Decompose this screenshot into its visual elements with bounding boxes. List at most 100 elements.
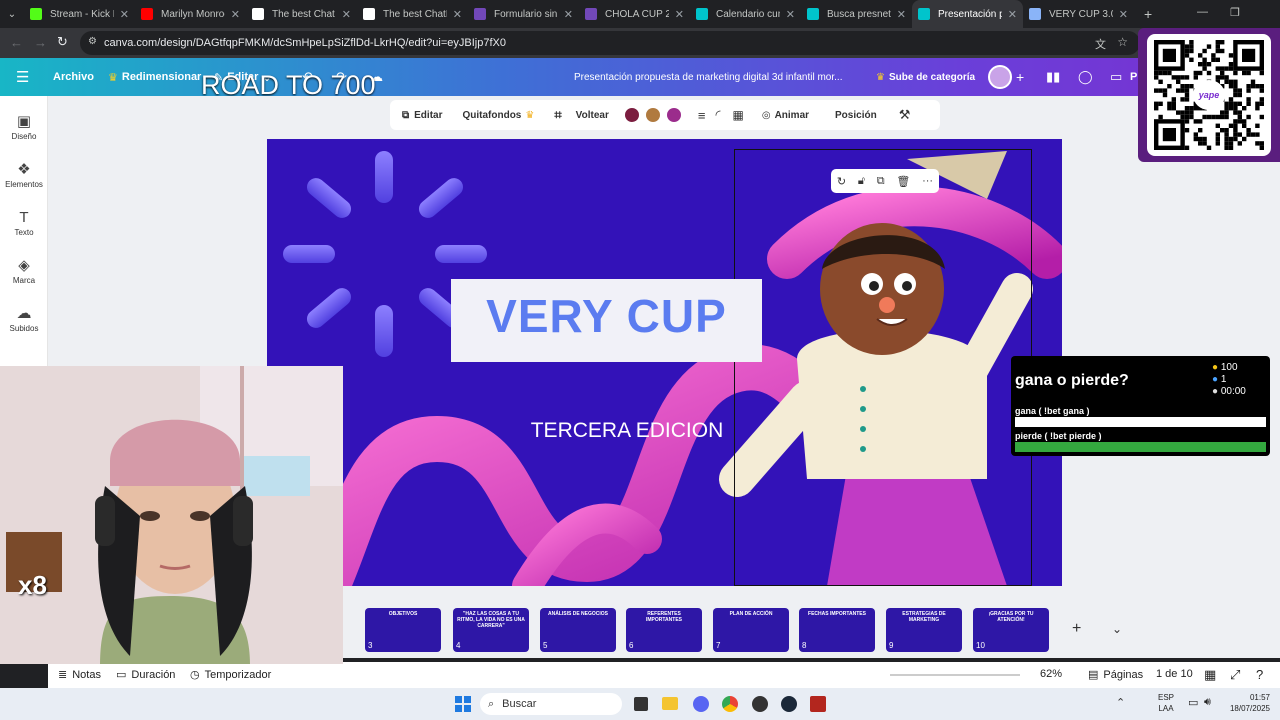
duplicate-icon[interactable]: ⧉ [877, 175, 885, 188]
comment-icon[interactable]: ◯ [1078, 58, 1093, 96]
sidebar-item-4[interactable]: ◈ Marca [0, 250, 48, 296]
close-tab-icon[interactable]: ✕ [675, 8, 684, 21]
browser-tab[interactable]: Busca presnetaci ✕ [801, 0, 912, 28]
translate-icon[interactable]: 文 [1095, 36, 1106, 52]
dota-icon[interactable] [810, 696, 826, 712]
slide-thumbnail[interactable]: FECHAS IMPORTANTES 8 [799, 608, 875, 652]
user-avatar[interactable] [988, 65, 1012, 89]
close-tab-icon[interactable]: ✕ [897, 8, 906, 21]
address-bar[interactable]: ⚙ canva.com/design/DAGtfqpFMKM/dcSmHpeLp… [80, 31, 1140, 55]
restore-icon[interactable]: ❐ [1230, 6, 1240, 19]
corner-rounding-icon[interactable]: ◜ [715, 107, 720, 123]
line-weight-icon[interactable]: ≡ [698, 108, 706, 123]
lock-icon[interactable]: 🔓︎ [858, 175, 865, 188]
grid-view-icon[interactable]: ▦ [1204, 667, 1216, 683]
insights-chart-icon[interactable]: ▮▮ [1046, 58, 1060, 96]
browser-tab[interactable]: Marilyn Monroe: ✕ [135, 0, 246, 28]
document-title[interactable]: Presentación propuesta de marketing digi… [574, 58, 864, 96]
delete-icon[interactable]: 🗑︎ [896, 175, 910, 188]
file-explorer-icon[interactable] [662, 697, 678, 710]
task-view-icon[interactable] [634, 697, 648, 711]
close-tab-icon[interactable]: ✕ [342, 8, 351, 21]
new-tab-icon[interactable]: + [1144, 6, 1152, 22]
slide-thumbnail[interactable]: OBJETIVOS 3 [365, 608, 441, 652]
redimensionar-button[interactable]: ♛ Redimensionar [108, 58, 201, 96]
color-swatch[interactable] [666, 108, 681, 122]
slide-thumbnail[interactable]: ¡GRACIAS POR TU ATENCIÓN! 10 [973, 608, 1049, 652]
network-icon[interactable]: ▭ [1188, 696, 1198, 709]
steam-icon[interactable] [781, 696, 797, 712]
close-tab-icon[interactable]: ✕ [786, 8, 795, 21]
slide-title[interactable]: VERY CUP [451, 289, 762, 343]
add-collaborator-icon[interactable]: + [1016, 58, 1024, 96]
browser-tab[interactable]: Calendario cumpl ✕ [690, 0, 801, 28]
collapse-thumbnails-icon[interactable]: ⌄ [1112, 622, 1122, 636]
editar-image-button[interactable]: ⧉ Editar [402, 110, 442, 121]
fullscreen-icon[interactable]: ⤢ [1230, 667, 1240, 683]
slide-thumbnail[interactable]: ESTRATEGIAS DE MARKETING 9 [886, 608, 962, 652]
temporizador-button[interactable]: ◷ Temporizador [190, 668, 271, 681]
slide-thumbnail[interactable]: "HAZ LAS COSAS A TU RITMO, LA VIDA NO ES… [453, 608, 529, 652]
quitafondos-button[interactable]: Quitafondos ♛ [462, 110, 534, 121]
tab-search-icon[interactable]: ⌄ [0, 0, 24, 28]
browser-tab[interactable]: The best ChatBot ✕ [357, 0, 468, 28]
archivo-menu[interactable]: Archivo [53, 58, 94, 96]
chrome-icon[interactable] [722, 696, 738, 712]
browser-tab[interactable]: Stream - Kick Da ✕ [24, 0, 135, 28]
close-tab-icon[interactable]: ✕ [120, 8, 129, 21]
volume-icon[interactable]: 🔊︎ [1204, 696, 1211, 709]
obs-icon[interactable] [752, 696, 768, 712]
taskbar-search[interactable]: ⌕ Buscar [480, 693, 622, 715]
animar-button[interactable]: ◎ Animar [762, 110, 809, 121]
slide-thumbnail[interactable]: PLAN DE ACCIÓN 7 [713, 608, 789, 652]
slide-canvas[interactable]: ↻ 🔓︎ ⧉ 🗑︎ ··· VERY CUP TERCERA EDICION [267, 139, 1062, 586]
reload-icon[interactable]: ↻ [57, 34, 68, 50]
close-tab-icon[interactable]: ✕ [564, 8, 573, 21]
selection-frame[interactable] [734, 149, 1032, 586]
back-icon[interactable]: ← [10, 35, 23, 50]
sidebar-item-5[interactable]: ☁ Subidos [0, 298, 48, 344]
crop-icon[interactable]: ⌗ [554, 107, 561, 123]
forward-icon[interactable]: → [34, 35, 47, 50]
browser-tab[interactable]: CHOLA CUP 2.0 - ✕ [579, 0, 690, 28]
browser-tab[interactable]: The best Chat ✕ [246, 0, 357, 28]
upgrade-button[interactable]: ♛ Sube de categoría [876, 58, 975, 96]
zoom-slider[interactable] [890, 674, 1020, 676]
slide-thumbnail[interactable]: ANÁLISIS DE NEGOCIOS 5 [540, 608, 616, 652]
menu-icon[interactable]: ☰ [16, 58, 29, 96]
sidebar-item-3[interactable]: T Texto [0, 202, 48, 248]
present-icon[interactable]: ▭ [1110, 58, 1122, 96]
more-icon[interactable]: ··· [922, 175, 933, 187]
tray-chevron-icon[interactable]: ⌃ [1116, 696, 1125, 709]
close-tab-icon[interactable]: ✕ [453, 8, 462, 21]
browser-tab[interactable]: Formulario sin tít ✕ [468, 0, 579, 28]
browser-tab[interactable]: Presentación prop ✕ [912, 0, 1023, 28]
site-info-icon[interactable]: ⚙ [88, 36, 97, 47]
notas-button[interactable]: ≣ Notas [58, 668, 101, 681]
clock[interactable]: 01:57 18/07/2025 [1224, 692, 1270, 714]
add-page-icon[interactable]: + [1072, 620, 1081, 638]
language-indicator[interactable]: ESP LAA [1158, 692, 1174, 714]
paint-format-icon[interactable]: ⚒ [899, 107, 911, 123]
slide-thumbnail[interactable]: REFERENTES IMPORTANTES 6 [626, 608, 702, 652]
sidebar-item-2[interactable]: ❖ Elementos [0, 154, 48, 200]
posicion-button[interactable]: Posición [835, 110, 877, 121]
paginas-button[interactable]: ▤ Páginas [1088, 668, 1143, 681]
close-tab-icon[interactable]: ✕ [1008, 8, 1017, 21]
voltear-button[interactable]: Voltear [576, 110, 609, 121]
browser-tab[interactable]: VERY CUP 3.0 Re ✕ [1023, 0, 1134, 28]
color-swatch[interactable] [624, 108, 639, 122]
windows-start-icon[interactable] [455, 696, 471, 712]
close-tab-icon[interactable]: ✕ [231, 8, 240, 21]
slide-subtitle[interactable]: TERCERA EDICION [447, 419, 807, 443]
rotate-icon[interactable]: ↻ [837, 175, 846, 188]
transparency-icon[interactable]: ▦ [732, 108, 743, 122]
minimize-icon[interactable]: — [1197, 6, 1208, 18]
duracion-button[interactable]: ▭ Duración [116, 668, 175, 681]
discord-icon[interactable] [693, 696, 709, 712]
sidebar-item-1[interactable]: ▣ Diseño [0, 106, 48, 152]
close-tab-icon[interactable]: ✕ [1119, 8, 1128, 21]
present-button[interactable]: P [1130, 58, 1137, 96]
help-icon[interactable]: ? [1256, 667, 1263, 682]
color-swatch[interactable] [645, 108, 660, 122]
